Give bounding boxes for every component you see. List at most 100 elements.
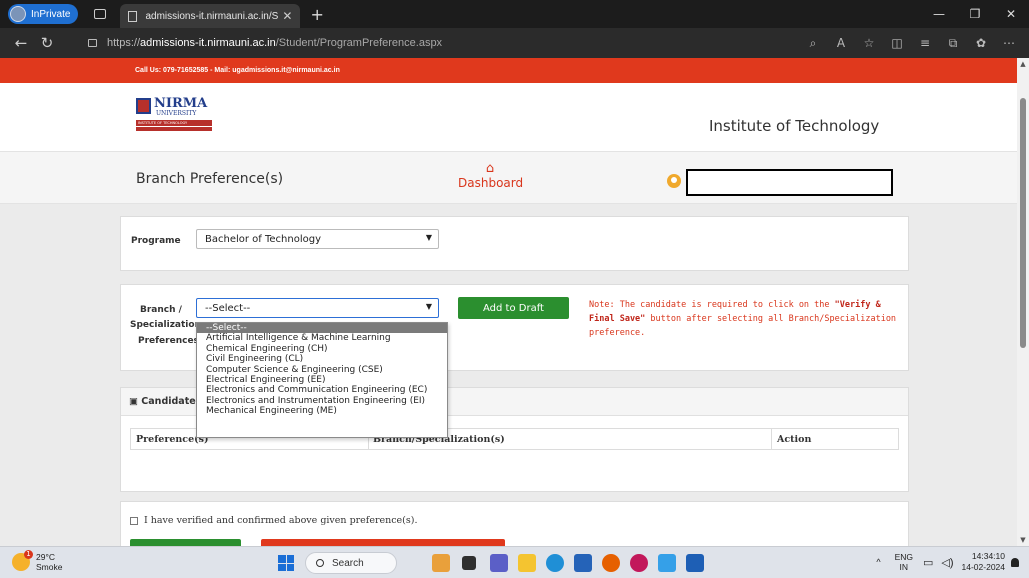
task-view-icon[interactable] xyxy=(462,556,476,570)
more-icon[interactable]: ⋯ xyxy=(995,36,1023,50)
contact-bar-left xyxy=(0,58,120,83)
nirma-logo[interactable]: NIRMA UNIVERSITY INSTITUTE OF TECHNOLOGY xyxy=(136,96,212,142)
browser-tab[interactable]: admissions-it.nirmauni.ac.in/Stuc ✕ xyxy=(120,4,301,28)
dropdown-option[interactable]: Artificial Intelligence & Machine Learni… xyxy=(197,333,447,343)
dropdown-option[interactable]: Electrical Engineering (EE) xyxy=(197,375,447,385)
search-icon xyxy=(316,559,324,567)
add-to-draft-button[interactable]: Add to Draft xyxy=(458,297,569,319)
institute-title: Institute of Technology xyxy=(709,117,880,135)
logo-university: UNIVERSITY xyxy=(156,110,197,117)
verify-checkbox-row[interactable]: I have verified and confirmed above give… xyxy=(130,515,417,526)
page-icon xyxy=(128,10,138,22)
language-indicator[interactable]: ENG IN xyxy=(895,552,913,572)
dropdown-option[interactable]: Chemical Engineering (CH) xyxy=(197,344,447,354)
weather-icon xyxy=(12,550,33,571)
notification-bell-icon[interactable] xyxy=(1011,557,1019,567)
back-icon[interactable]: ← xyxy=(8,34,34,52)
dropdown-option[interactable]: Electronics and Communication Engineerin… xyxy=(197,385,447,395)
branch-label-2: Specialization xyxy=(130,320,201,330)
contact-bar-right xyxy=(920,58,1017,83)
file-explorer-icon[interactable] xyxy=(518,554,536,572)
scroll-up-icon[interactable]: ▲ xyxy=(1017,60,1029,68)
draft-card-title: ▣ Candidate I xyxy=(129,396,203,407)
draft-heading: Candidate I xyxy=(141,396,203,407)
logo-emblem-icon xyxy=(136,98,151,114)
tab-title: admissions-it.nirmauni.ac.in/Stuc xyxy=(145,10,279,22)
volume-icon[interactable]: ◁) xyxy=(941,556,953,569)
new-tab-button[interactable]: + xyxy=(310,5,323,24)
branch-label-1: Branch / xyxy=(140,305,182,315)
weather-condition: Smoke xyxy=(36,562,63,572)
verify-final-save-button[interactable] xyxy=(130,539,241,546)
teams-icon[interactable] xyxy=(490,554,508,572)
programe-label: Programe xyxy=(131,236,181,246)
programme-select[interactable]: Bachelor of Technology ▼ xyxy=(196,229,439,249)
refresh-icon[interactable]: ↻ xyxy=(34,34,60,52)
inprivate-label: InPrivate xyxy=(31,8,71,20)
subheader: Branch Preference(s) ⌂ Dashboard xyxy=(0,151,1017,204)
dropdown-option[interactable]: Electronics and Instrumentation Engineer… xyxy=(197,396,447,406)
dashboard-link[interactable]: ⌂ Dashboard xyxy=(458,161,523,191)
close-window-button[interactable]: ✕ xyxy=(993,0,1029,28)
weather-widget[interactable]: 29°CSmoke xyxy=(12,550,62,572)
collections-icon[interactable]: ⧉ xyxy=(939,36,967,51)
firefox-icon[interactable] xyxy=(602,554,620,572)
user-name-box xyxy=(686,169,893,196)
close-tab-icon[interactable]: ✕ xyxy=(282,9,292,23)
copilot-icon[interactable]: ✿ xyxy=(967,36,995,50)
home-icon: ⌂ xyxy=(485,161,495,176)
taskbar-search[interactable]: Search xyxy=(305,552,397,574)
widgets-icon[interactable] xyxy=(432,554,450,572)
dropdown-option[interactable]: Civil Engineering (CL) xyxy=(197,354,447,364)
weather-text: 29°C Smoke xyxy=(36,552,62,572)
verify-checkbox[interactable] xyxy=(130,516,138,525)
clock[interactable]: 14:34:10 14-02-2024 xyxy=(962,551,1005,573)
profile-avatar-icon xyxy=(10,6,26,22)
branch-select[interactable]: --Select-- ▼ xyxy=(196,298,439,318)
branch-label-3: Preferences xyxy=(138,336,199,346)
restore-button[interactable]: ❐ xyxy=(957,0,993,28)
windows-taskbar: 29°CSmoke Search ^ ENGIN ▭ ◁) 14:34:1014… xyxy=(0,546,1029,578)
url-field[interactable]: https://admissions-it.nirmauni.ac.in/Stu… xyxy=(86,32,876,54)
lock-icon xyxy=(88,39,97,47)
minimize-button[interactable]: — xyxy=(921,0,957,28)
reset-button[interactable] xyxy=(261,539,505,546)
logo-strip: INSTITUTE OF TECHNOLOGY xyxy=(136,120,212,126)
logo-strip-bottom xyxy=(136,127,212,131)
inprivate-badge[interactable]: InPrivate xyxy=(8,4,79,24)
start-icon[interactable] xyxy=(278,555,294,571)
system-tray: ^ ENG IN ▭ ◁) 14:34:10 14-02-2024 xyxy=(876,551,1019,573)
programme-selected-value: Bachelor of Technology xyxy=(205,233,321,245)
temperature: 29°C xyxy=(36,552,55,562)
favorites-icon[interactable]: ≡ xyxy=(911,36,939,50)
dropdown-option[interactable]: Mechanical Engineering (ME) xyxy=(197,406,447,416)
address-bar: ← ↻ https://admissions-it.nirmauni.ac.in… xyxy=(0,28,1029,58)
app-icon[interactable] xyxy=(658,554,676,572)
word-icon[interactable] xyxy=(686,554,704,572)
read-aloud-icon[interactable]: A xyxy=(827,36,855,50)
page-scrollbar[interactable]: ▲ ▼ xyxy=(1017,58,1029,546)
vivaldi-icon[interactable] xyxy=(630,554,648,572)
window-controls: — ❐ ✕ xyxy=(921,0,1029,28)
store-icon[interactable] xyxy=(574,554,592,572)
tab-actions-icon[interactable] xyxy=(94,9,107,19)
chevron-down-icon: ▼ xyxy=(425,302,432,311)
time: 14:34:10 xyxy=(971,551,1005,561)
chevron-up-icon[interactable]: ^ xyxy=(876,557,880,567)
dropdown-option[interactable]: --Select-- xyxy=(197,323,447,334)
zoom-icon[interactable]: ⌕ xyxy=(799,36,827,51)
lang-primary: ENG xyxy=(894,552,913,562)
network-icon[interactable]: ▭ xyxy=(923,556,933,569)
url-scheme: https:// xyxy=(107,37,141,49)
branch-selected-value: --Select-- xyxy=(205,302,251,314)
dropdown-option[interactable]: Computer Science & Engineering (CSE) xyxy=(197,365,447,375)
favorite-star-icon[interactable]: ☆ xyxy=(855,36,883,50)
scroll-down-icon[interactable]: ▼ xyxy=(1017,536,1029,544)
scrollbar-thumb[interactable] xyxy=(1020,98,1026,348)
contact-bar: Call Us: 079-71652585 - Mail: ugadmissio… xyxy=(120,58,920,83)
edge-icon[interactable] xyxy=(546,554,564,572)
url-path: /Student/ProgramPreference.aspx xyxy=(275,37,443,49)
split-screen-icon[interactable]: ◫ xyxy=(883,36,911,50)
page-viewport: Call Us: 079-71652585 - Mail: ugadmissio… xyxy=(0,58,1017,546)
branch-dropdown-list: --Select-- Artificial Intelligence & Mac… xyxy=(196,322,448,438)
